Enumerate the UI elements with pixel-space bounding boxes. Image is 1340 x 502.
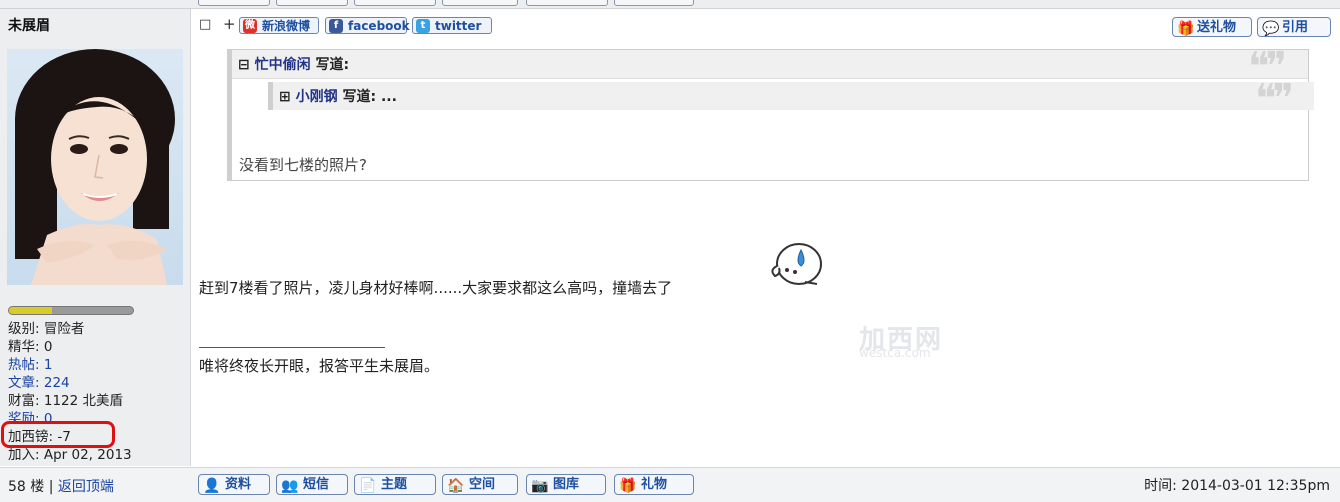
signature-divider [199,347,385,348]
facebook-icon: f [329,19,343,33]
page-icon[interactable]: □ [199,17,211,32]
nested-quote-header: ⊞ 小刚钢 写道: ... ❝❞ [268,76,1314,122]
space-icon: 🏠 [447,478,465,494]
expand-toggle-icon[interactable]: ⊞ [279,89,291,105]
nested-quote-title: ⊞ 小刚钢 写道: ... [279,89,397,105]
floor-number: 58 楼 [8,479,45,495]
top-strip-button[interactable] [614,0,694,6]
stat-articles: 文章: 224 [8,375,70,391]
camera-icon: 📷 [531,478,549,494]
quote-text: 没看到七楼的照片? [239,156,367,174]
level-progress-bar [8,306,134,315]
post-time: 时间: 2014-03-01 12:35pm [1144,478,1330,494]
users-icon: 👥 [281,478,299,494]
stat-hot-posts: 热帖: 1 [8,357,53,373]
post-content: □ + 微 新浪微博 f facebook t twitter 🎁 送礼物 💬 … [191,9,1340,466]
stat-wealth: 财富: 1122 北美盾 [8,393,124,409]
floor-info: 58 楼 | 返回顶端 [8,479,114,495]
top-strip-button[interactable] [276,0,348,6]
user-icon: 👤 [203,478,221,494]
topics-button[interactable]: 📄 主题 [354,474,436,495]
twitter-icon: t [416,19,430,33]
gallery-button[interactable]: 📷 图库 [526,474,606,495]
sweat-emoticon-icon [765,230,828,293]
level-progress-fill [9,307,53,314]
highlight-annotation [1,421,115,448]
gift-icon: 🎁 [1177,21,1195,37]
share-facebook-button[interactable]: f facebook [325,17,410,34]
top-strip [0,0,1340,9]
stat-joined: 加入: Apr 02, 2013 [8,447,132,463]
post-footer: 58 楼 | 返回顶端 👤 资料 👥 短信 📄 主题 🏠 空间 📷 图库 🎁 礼… [0,467,1340,502]
user-panel: 未展眉 级别: 冒险者 精华: 0 热帖: 1 文章: 224 财富: 1122… [0,9,191,466]
weibo-icon: 微 [243,19,257,33]
back-to-top-link[interactable]: 返回顶端 [58,479,114,495]
quote-block: ⊟ 忙中偷闲 写道: ❝❞ ⊞ 小刚钢 写道: ... ❝❞ 没看到七楼的照片? [227,44,1314,181]
post-body: 赶到7楼看了照片，凌儿身材好棒啊......大家要求都这么高吗，撞墙去了 [199,279,673,297]
stat-level: 级别: 冒险者 [8,321,85,337]
share-twitter-button[interactable]: t twitter [412,17,492,34]
quote-mark-icon: ❝❞ [1255,76,1294,122]
top-strip-button[interactable] [526,0,608,6]
quote-author-link[interactable]: 忙中偷闲 [255,57,311,73]
collapse-toggle-icon[interactable]: ⊟ [238,57,250,73]
message-button[interactable]: 👥 短信 [276,474,348,495]
site-watermark-sub: westca.com [859,346,931,360]
plus-icon[interactable]: + [223,15,236,33]
send-gift-button[interactable]: 🎁 送礼物 [1172,17,1252,37]
space-button[interactable]: 🏠 空间 [442,474,518,495]
stat-digest: 精华: 0 [8,339,53,355]
quote-title: ⊟ 忙中偷闲 写道: [238,57,350,73]
username[interactable]: 未展眉 [8,15,50,35]
avatar[interactable] [7,49,183,285]
document-icon: 📄 [359,478,377,494]
top-strip-button[interactable] [354,0,436,6]
quote-header: ⊟ 忙中偷闲 写道: ❝❞ [232,44,1308,90]
gift-button[interactable]: 🎁 礼物 [614,474,694,495]
post-toolbar: □ + 微 新浪微博 f facebook t twitter 🎁 送礼物 💬 … [191,9,1340,37]
quote-bubble-icon: 💬 [1262,21,1280,37]
gift-icon: 🎁 [619,478,637,494]
share-weibo-button[interactable]: 微 新浪微博 [239,17,319,34]
quote-button[interactable]: 💬 引用 [1257,17,1331,37]
top-strip-button[interactable] [442,0,518,6]
signature: 唯将终夜长开眼，报答平生未展眉。 [199,357,440,375]
top-strip-button[interactable] [198,0,270,6]
nested-quote-author-link[interactable]: 小刚钢 [296,89,338,105]
profile-button[interactable]: 👤 资料 [198,474,270,495]
